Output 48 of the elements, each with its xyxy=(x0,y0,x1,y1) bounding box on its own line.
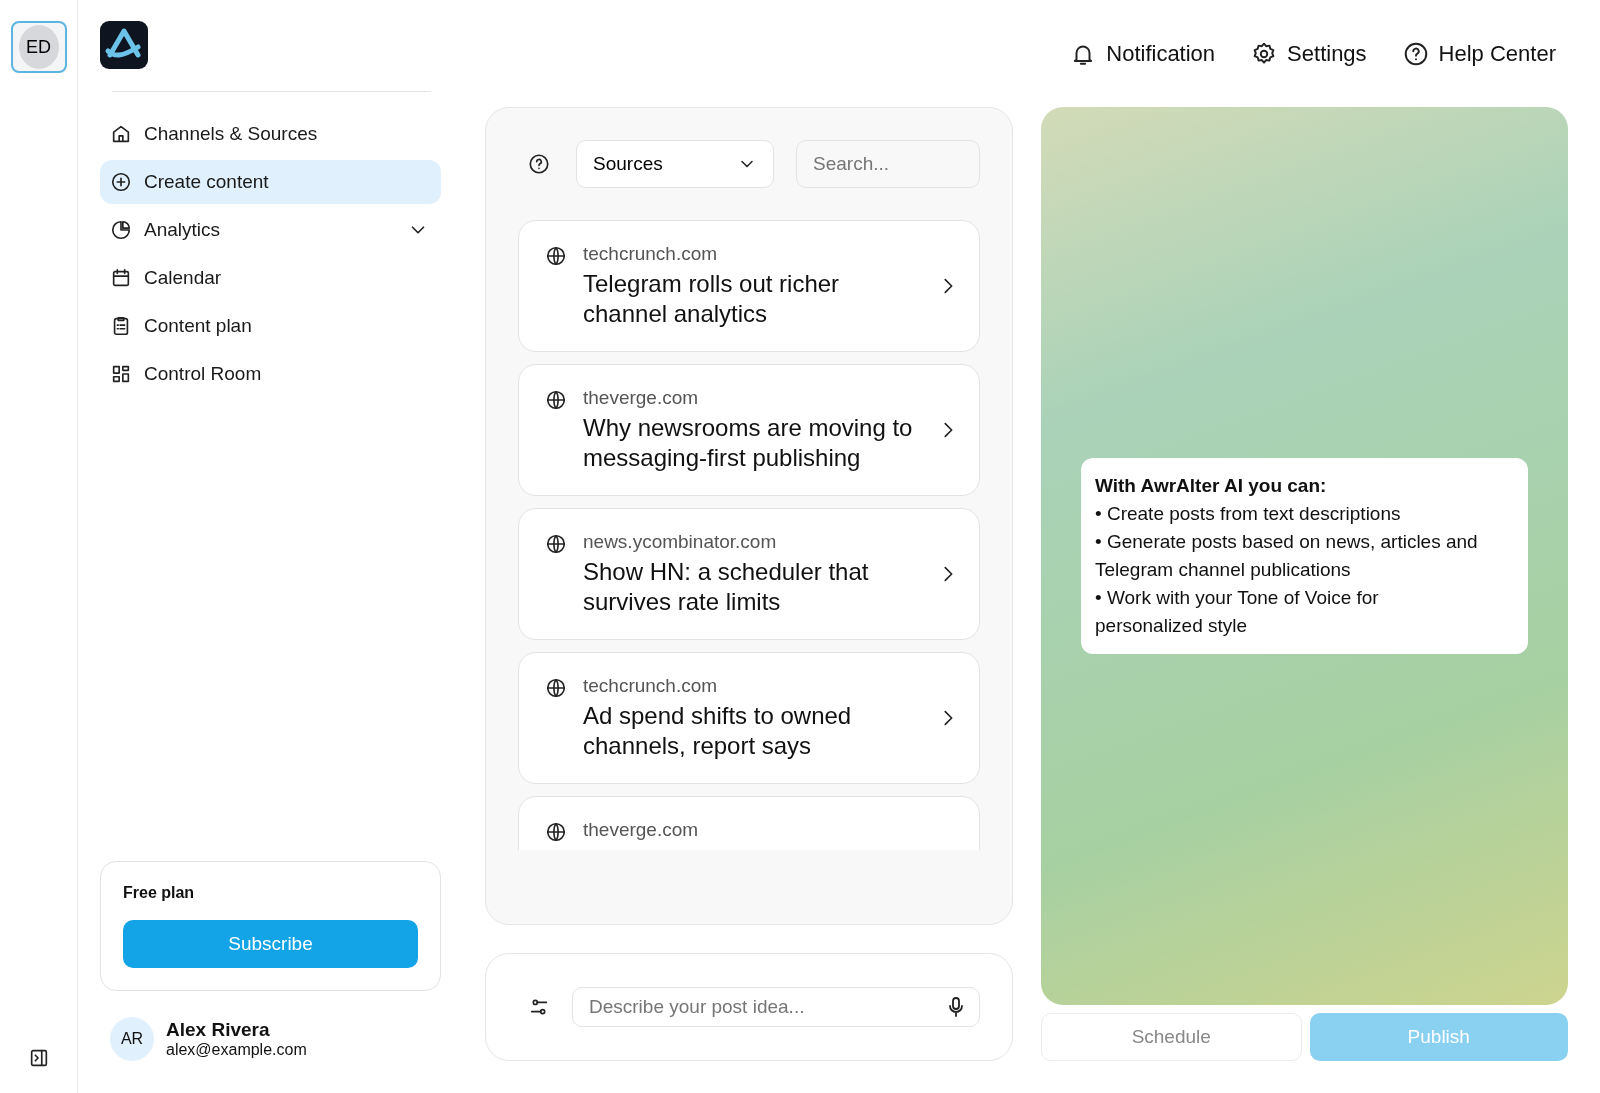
globe-icon xyxy=(545,245,567,267)
news-source: techcrunch.com xyxy=(583,675,719,697)
info-point: • Generate posts based on news, articles and Telegram channel publications xyxy=(1095,530,1479,582)
app-logo xyxy=(100,21,148,69)
news-source: theverge.com xyxy=(583,387,700,409)
news-title: Telegram rolls out richer channel analytics xyxy=(583,269,841,329)
info-heading: With AwrAlter AI you can: xyxy=(1095,474,1328,498)
news-source: news.ycombinator.com xyxy=(583,531,778,553)
news-source: theverge.com xyxy=(583,819,700,841)
news-card[interactable]: theverge.com Why newsrooms are moving to messaging-first publishing xyxy=(518,364,980,496)
search-field[interactable]: Search... xyxy=(796,140,980,188)
globe-icon xyxy=(545,821,567,843)
globe-icon xyxy=(545,677,567,699)
globe-icon xyxy=(545,389,567,411)
calendar-icon xyxy=(110,267,132,289)
plan-title: Free plan xyxy=(123,884,196,902)
workspace-avatar[interactable]: ED xyxy=(10,21,67,73)
news-card[interactable]: techcrunch.com Ad spend shifts to owned channels, report says xyxy=(518,652,980,784)
sidebar-item[interactable]: Calendar xyxy=(100,256,441,300)
user-avatar: AR xyxy=(110,1017,154,1061)
home-icon xyxy=(110,123,132,145)
sidebar-item[interactable]: Channels & Sources xyxy=(100,112,441,156)
user-name: Alex Rivera xyxy=(166,1019,271,1041)
sidebar-item[interactable]: Analytics xyxy=(100,208,441,252)
header-link[interactable]: Notification xyxy=(1070,40,1216,67)
news-source: techcrunch.com xyxy=(583,243,719,265)
news-title: Ad spend shifts to owned channels, report says xyxy=(583,701,853,761)
post-idea-field[interactable]: Describe your post idea... xyxy=(572,987,980,1027)
news-title: Why newsrooms are moving to messaging-first publishing xyxy=(583,413,913,473)
sidebar-item[interactable]: Content plan xyxy=(100,304,441,348)
plus-circle-icon xyxy=(110,171,132,193)
info-point: • Work with your Tone of Voice for personalized style xyxy=(1095,586,1380,638)
sidebar-item[interactable]: Control Room xyxy=(100,352,441,396)
news-title: Show HN: a scheduler that survives rate limits xyxy=(583,557,870,617)
header-link[interactable]: Help Center xyxy=(1402,40,1556,67)
news-card[interactable]: news.ycombinator.com Show HN: a scheduler that survives rate limits xyxy=(518,508,980,640)
header-link[interactable]: Settings xyxy=(1251,40,1367,67)
news-card[interactable]: techcrunch.com Telegram rolls out richer channel analytics xyxy=(518,220,980,352)
user-email: alex@example.com xyxy=(166,1041,307,1059)
sources-dropdown[interactable]: Sources xyxy=(576,140,774,188)
globe-icon xyxy=(545,533,567,555)
pie-chart-icon xyxy=(110,219,132,241)
sidebar-item[interactable]: Create content xyxy=(100,160,441,204)
info-point: • Create posts from text descriptions xyxy=(1095,502,1402,526)
help-icon[interactable] xyxy=(528,153,550,175)
grid-icon xyxy=(110,363,132,385)
news-card[interactable]: theverge.com xyxy=(518,796,980,850)
help-icon xyxy=(1402,40,1429,67)
